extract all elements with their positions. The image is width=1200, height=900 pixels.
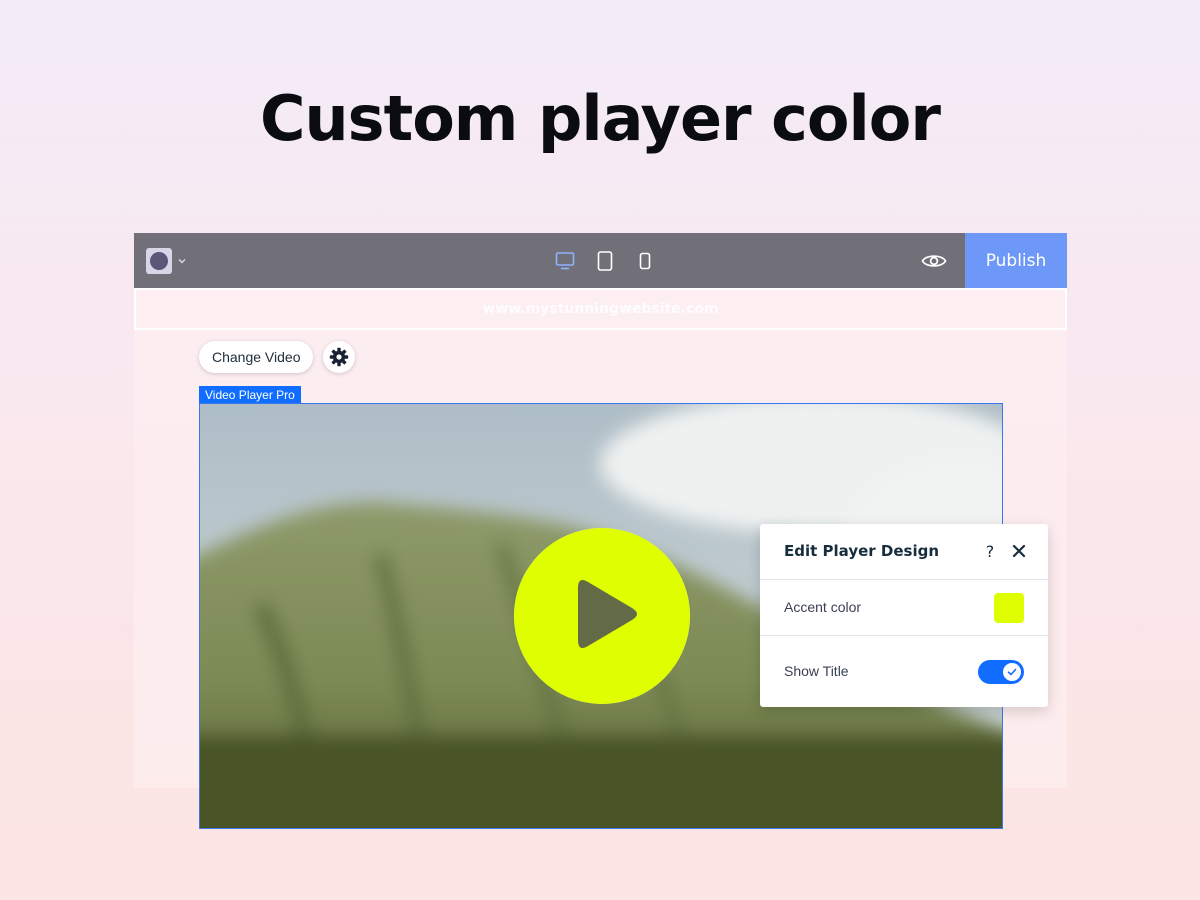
tablet-icon (597, 251, 613, 271)
desktop-view-button[interactable] (554, 248, 576, 274)
help-button[interactable]: ? (980, 540, 1000, 562)
publish-button[interactable]: Publish (965, 233, 1067, 288)
tablet-view-button[interactable] (594, 248, 616, 274)
play-button[interactable] (514, 528, 690, 704)
mobile-view-button[interactable] (634, 248, 656, 274)
site-url-bar: www.mystunningwebsite.com (134, 288, 1067, 330)
check-icon (1007, 668, 1017, 676)
desktop-icon (555, 252, 575, 270)
mobile-icon (639, 252, 651, 270)
close-icon (1012, 544, 1026, 558)
panel-header: Edit Player Design ? (760, 524, 1048, 580)
toggle-knob (1003, 663, 1021, 681)
panel-title: Edit Player Design (784, 542, 939, 560)
chevron-down-icon (178, 259, 186, 264)
edit-player-design-panel: Edit Player Design ? Accent color Show T… (760, 524, 1048, 707)
change-video-button[interactable]: Change Video (199, 341, 314, 373)
show-title-label: Show Title (784, 663, 849, 679)
accent-color-swatch[interactable] (994, 593, 1024, 623)
settings-button[interactable] (323, 341, 355, 373)
play-icon (514, 528, 690, 704)
preview-button[interactable] (919, 247, 949, 275)
site-menu[interactable] (146, 247, 198, 275)
accent-color-label: Accent color (784, 599, 862, 615)
site-url: www.mystunningwebsite.com (482, 301, 719, 317)
gear-icon (329, 347, 349, 367)
close-button[interactable] (1008, 540, 1030, 562)
page-headline: Custom player color (260, 82, 941, 155)
show-title-row: Show Title (760, 636, 1048, 708)
editor-topbar: Publish (134, 233, 1067, 288)
component-tag: Video Player Pro (199, 386, 301, 404)
site-thumbnail (146, 248, 172, 274)
accent-color-row: Accent color (760, 580, 1048, 636)
eye-icon (921, 255, 947, 267)
device-switcher (554, 248, 656, 274)
show-title-toggle[interactable] (978, 660, 1024, 684)
